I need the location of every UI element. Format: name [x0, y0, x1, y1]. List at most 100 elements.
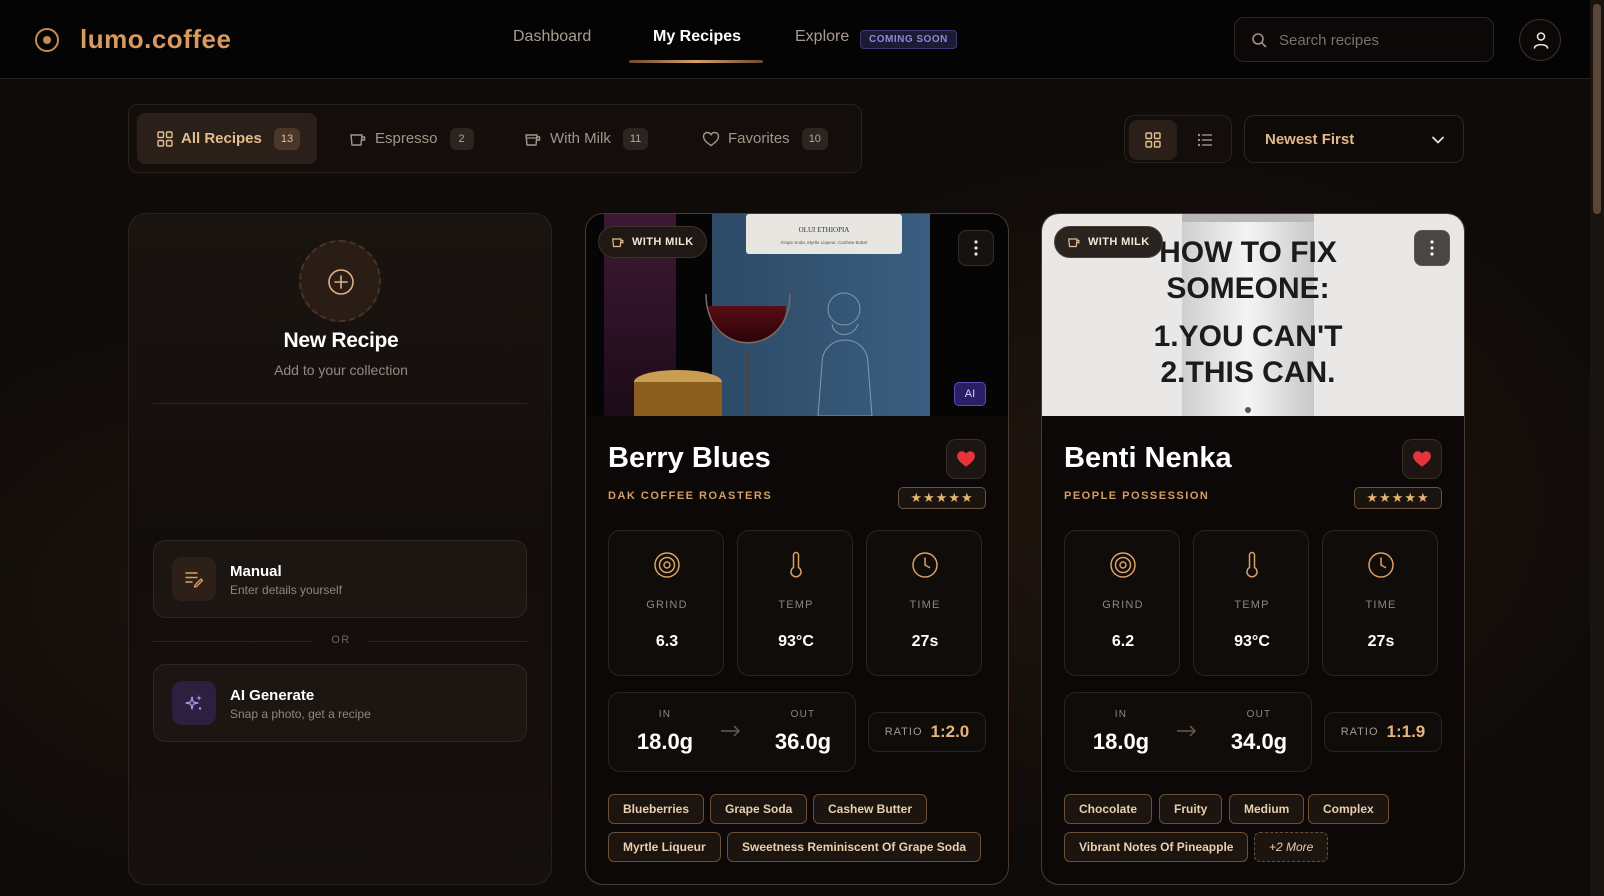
- new-recipe-card: New Recipe Add to your collection Manual…: [128, 213, 552, 885]
- heart-outline-icon: [702, 131, 720, 146]
- ai-option-desc: Snap a photo, get a recipe: [230, 707, 371, 721]
- ai-generated-badge: AI: [954, 382, 986, 406]
- more-vertical-icon: [1430, 240, 1434, 256]
- flavor-tag[interactable]: Blueberries: [608, 794, 705, 824]
- flavor-tag[interactable]: Chocolate: [1064, 794, 1153, 824]
- filter-espresso[interactable]: Espresso 2: [329, 113, 479, 164]
- nav-dashboard[interactable]: Dashboard: [513, 28, 591, 46]
- bag-label-subtext: Grape Soda, Myrtle Liqueur, Cashew Butte…: [780, 240, 868, 245]
- ai-generate-option[interactable]: AI Generate Snap a photo, get a recipe: [153, 664, 527, 742]
- grid-view-button[interactable]: [1129, 120, 1177, 160]
- favorite-button[interactable]: [1402, 439, 1442, 479]
- recipe-name: Benti Nenka: [1064, 442, 1232, 474]
- divider: [153, 403, 527, 404]
- favorite-button[interactable]: [946, 439, 986, 479]
- filter-count: 13: [273, 127, 301, 150]
- flavor-tag[interactable]: Grape Soda: [710, 794, 808, 824]
- flavor-tag[interactable]: Cashew Butter: [813, 794, 928, 824]
- clock-icon: [1368, 552, 1394, 578]
- dose-yield-box: IN 18.0g OUT 36.0g: [608, 692, 856, 772]
- brand-logo[interactable]: lumo.coffee: [80, 24, 231, 55]
- stat-label: GRIND: [646, 599, 688, 611]
- nav-explore[interactable]: Explore: [795, 28, 849, 46]
- flavor-tag[interactable]: Myrtle Liqueur: [608, 832, 721, 862]
- filter-favorites[interactable]: Favorites 10: [682, 113, 852, 164]
- recipe-card[interactable]: HOW TO FIX SOMEONE: 1.YOU CAN'T 2.THIS C…: [1041, 213, 1465, 885]
- type-badge: WITH MILK: [598, 226, 707, 258]
- recipe-card[interactable]: OLUI ETHIOPIA Grape Soda, Myrtle Liqueur…: [585, 213, 1009, 885]
- more-tags-button[interactable]: +2 More: [1254, 832, 1329, 862]
- filter-count: 10: [801, 127, 828, 150]
- filter-label: With Milk: [550, 130, 611, 147]
- heart-filled-icon: [957, 451, 975, 467]
- star-rating: ★★★★★: [898, 487, 986, 509]
- logo-icon: [35, 28, 59, 52]
- filter-all-recipes[interactable]: All Recipes 13: [137, 113, 317, 164]
- add-recipe-button[interactable]: [299, 240, 381, 322]
- stat-value: 93°C: [1234, 633, 1270, 650]
- type-badge-label: WITH MILK: [1088, 236, 1150, 248]
- sort-dropdown[interactable]: Newest First: [1244, 115, 1464, 163]
- page-scrollbar[interactable]: [1590, 0, 1604, 896]
- can-text-line: HOW TO FIX: [1159, 236, 1337, 269]
- stat-value: 27s: [1367, 633, 1395, 650]
- flavor-tag[interactable]: Complex: [1308, 794, 1389, 824]
- can-text-line: SOMEONE:: [1166, 272, 1329, 305]
- filter-label: All Recipes: [181, 130, 262, 147]
- active-nav-indicator: [629, 60, 763, 63]
- manual-icon-wrap: [172, 557, 216, 601]
- bag-label-text: OLUI ETHIOPIA: [799, 226, 850, 234]
- ai-option-title: AI Generate: [230, 687, 315, 704]
- type-badge: WITH MILK: [1054, 226, 1163, 258]
- list-view-button[interactable]: [1181, 120, 1229, 160]
- yield-value: 36.0g: [774, 729, 832, 754]
- roaster-name: PEOPLE POSSESSION: [1064, 490, 1210, 502]
- filter-count: 11: [622, 127, 649, 150]
- dose-label: IN: [658, 709, 672, 720]
- scrollbar-thumb[interactable]: [1593, 4, 1601, 214]
- more-options-button[interactable]: [958, 230, 994, 266]
- arrow-right-icon: [721, 725, 741, 737]
- flavor-tag[interactable]: Vibrant Notes Of Pineapple: [1064, 832, 1249, 862]
- stat-label: TIME: [1365, 599, 1397, 611]
- flavor-tag[interactable]: Medium: [1229, 794, 1305, 824]
- clock-icon: [912, 552, 938, 578]
- stat-value: 27s: [911, 633, 939, 650]
- stat-grind: GRIND 6.3: [608, 530, 724, 676]
- heart-filled-icon: [1413, 451, 1431, 467]
- dose-yield-box: IN 18.0g OUT 34.0g: [1064, 692, 1312, 772]
- recipe-name: Berry Blues: [608, 442, 771, 474]
- new-recipe-title: New Recipe: [283, 329, 399, 352]
- stat-grind: GRIND 6.2: [1064, 530, 1180, 676]
- yield-value: 34.0g: [1230, 729, 1288, 754]
- user-avatar-button[interactable]: [1519, 19, 1561, 61]
- stat-value: 93°C: [778, 633, 814, 650]
- thermometer-icon: [1246, 551, 1258, 578]
- grid-icon: [1145, 132, 1161, 148]
- edit-list-icon: [185, 572, 204, 588]
- user-icon: [1533, 32, 1549, 49]
- stat-label: TEMP: [778, 599, 814, 611]
- chevron-down-icon: [1432, 136, 1444, 144]
- nav-my-recipes[interactable]: My Recipes: [653, 28, 741, 46]
- top-header: lumo.coffee Dashboard My Recipes Explore…: [0, 0, 1590, 79]
- ratio-value: 1:1.9: [1386, 722, 1426, 741]
- dose-label: IN: [1114, 709, 1128, 720]
- search-box[interactable]: [1234, 17, 1494, 62]
- search-input[interactable]: [1279, 28, 1479, 52]
- filter-with-milk[interactable]: With Milk 11: [504, 113, 664, 164]
- ratio-box: RATIO 1:1.9: [1324, 712, 1442, 752]
- dose-value: 18.0g: [1092, 729, 1150, 754]
- manual-entry-option[interactable]: Manual Enter details yourself: [153, 540, 527, 618]
- milk-cup-icon: [525, 133, 541, 146]
- flavor-tag[interactable]: Sweetness Reminiscent Of Grape Soda: [727, 832, 982, 862]
- more-options-button[interactable]: [1414, 230, 1450, 266]
- ai-icon-wrap: [172, 681, 216, 725]
- stat-value: 6.2: [1111, 633, 1135, 650]
- grind-target-icon: [654, 552, 680, 578]
- flavor-tag[interactable]: Fruity: [1159, 794, 1223, 824]
- star-rating: ★★★★★: [1354, 487, 1442, 509]
- sort-selected-value: Newest First: [1265, 130, 1355, 148]
- filter-label: Espresso: [375, 130, 438, 147]
- stat-time: TIME 27s: [1322, 530, 1438, 676]
